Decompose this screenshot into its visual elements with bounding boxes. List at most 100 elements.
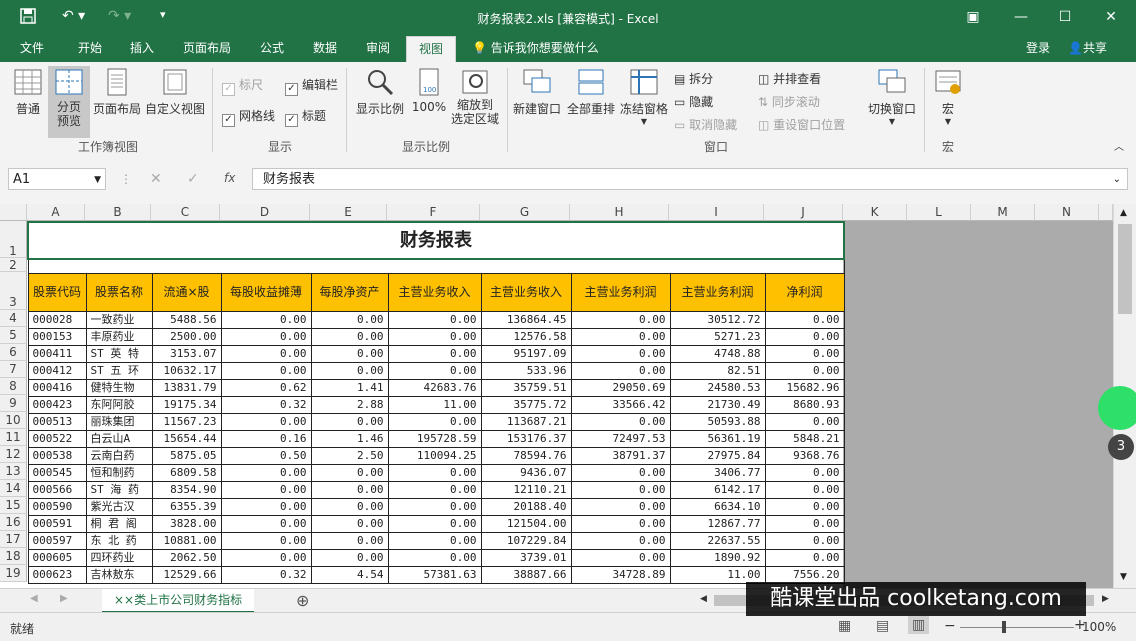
row-header[interactable]: 18 bbox=[0, 548, 27, 565]
value-cell[interactable]: 6634.10 bbox=[669, 497, 766, 516]
value-cell[interactable]: 0.00 bbox=[387, 344, 482, 363]
row-header[interactable]: 14 bbox=[0, 480, 27, 497]
value-cell[interactable]: 0.00 bbox=[570, 327, 671, 346]
value-cell[interactable]: 0.00 bbox=[387, 310, 482, 329]
value-cell[interactable]: 2500.00 bbox=[151, 327, 222, 346]
value-cell[interactable]: 0.00 bbox=[764, 412, 845, 431]
share-button[interactable]: 👤共享 bbox=[1066, 36, 1109, 62]
value-cell[interactable]: 0.00 bbox=[310, 327, 389, 346]
value-cell[interactable]: 38791.37 bbox=[570, 446, 671, 465]
value-cell[interactable]: 5875.05 bbox=[151, 446, 222, 465]
value-cell[interactable]: 11567.23 bbox=[151, 412, 222, 431]
side-by-side-button[interactable]: ◫ 并排查看 bbox=[758, 70, 821, 87]
tab-insert[interactable]: 插入 bbox=[128, 36, 156, 62]
value-cell[interactable]: 35759.51 bbox=[480, 378, 572, 397]
value-cell[interactable]: 153176.37 bbox=[480, 429, 572, 448]
value-cell[interactable]: 8680.93 bbox=[764, 395, 845, 414]
name-box[interactable]: A1 ▼ bbox=[8, 168, 106, 190]
hide-button[interactable]: ▭ 隐藏 bbox=[674, 93, 713, 110]
page-break-preview-button[interactable]: 分页 预览 bbox=[48, 66, 90, 138]
column-header[interactable]: A bbox=[27, 204, 85, 221]
value-cell[interactable]: 136864.45 bbox=[480, 310, 572, 329]
stock-code-cell[interactable]: 000597 bbox=[27, 531, 87, 550]
value-cell[interactable]: 82.51 bbox=[669, 361, 766, 380]
value-cell[interactable]: 0.00 bbox=[310, 531, 389, 550]
new-window-button[interactable]: 新建窗口 bbox=[510, 68, 564, 117]
zoom-slider-thumb[interactable] bbox=[1002, 621, 1006, 633]
value-cell[interactable]: 0.00 bbox=[220, 497, 312, 516]
value-cell[interactable]: 5488.56 bbox=[151, 310, 222, 329]
value-cell[interactable]: 0.00 bbox=[764, 463, 845, 482]
value-cell[interactable]: 20188.40 bbox=[480, 497, 572, 516]
value-cell[interactable]: 1.41 bbox=[310, 378, 389, 397]
column-header-cell[interactable]: 主营业务利润 bbox=[669, 272, 766, 312]
column-header[interactable]: J bbox=[764, 204, 843, 221]
stock-name-cell[interactable]: 丰原药业 bbox=[85, 327, 153, 346]
value-cell[interactable]: 121504.00 bbox=[480, 514, 572, 533]
custom-views-button[interactable]: 自定义视图 bbox=[144, 68, 206, 117]
value-cell[interactable]: 95197.09 bbox=[480, 344, 572, 363]
ribbon-display-icon[interactable]: ▣ bbox=[958, 6, 988, 28]
value-cell[interactable]: 0.00 bbox=[310, 480, 389, 499]
column-header[interactable]: C bbox=[151, 204, 220, 221]
value-cell[interactable]: 2.50 bbox=[310, 446, 389, 465]
financial-report-table[interactable]: 财务报表 股票代码 股票名称 流通×股 每股收益摊薄 每股净资产 主营业务收入 主营业务收入… bbox=[27, 221, 845, 584]
stock-code-cell[interactable]: 000545 bbox=[27, 463, 87, 482]
value-cell[interactable]: 0.00 bbox=[310, 361, 389, 380]
stock-code-cell[interactable]: 000412 bbox=[27, 361, 87, 380]
stock-code-cell[interactable]: 000423 bbox=[27, 395, 87, 414]
value-cell[interactable]: 0.50 bbox=[220, 446, 312, 465]
value-cell[interactable]: 113687.21 bbox=[480, 412, 572, 431]
value-cell[interactable]: 0.00 bbox=[220, 514, 312, 533]
row-header[interactable]: 17 bbox=[0, 531, 27, 548]
value-cell[interactable]: 9436.07 bbox=[480, 463, 572, 482]
value-cell[interactable]: 0.00 bbox=[310, 514, 389, 533]
row-header[interactable]: 7 bbox=[0, 361, 27, 378]
value-cell[interactable]: 10632.17 bbox=[151, 361, 222, 380]
stock-name-cell[interactable]: ST 海 药 bbox=[85, 480, 153, 499]
value-cell[interactable]: 2062.50 bbox=[151, 548, 222, 567]
tab-file[interactable]: 文件 bbox=[18, 36, 46, 62]
value-cell[interactable]: 0.00 bbox=[220, 531, 312, 550]
value-cell[interactable]: 0.00 bbox=[310, 310, 389, 329]
value-cell[interactable]: 2.88 bbox=[310, 395, 389, 414]
value-cell[interactable]: 0.00 bbox=[387, 497, 482, 516]
stock-name-cell[interactable]: ST 英 特 bbox=[85, 344, 153, 363]
stock-code-cell[interactable]: 000522 bbox=[27, 429, 87, 448]
expand-formula-icon[interactable]: ⌄ bbox=[1113, 169, 1121, 191]
value-cell[interactable]: 10881.00 bbox=[151, 531, 222, 550]
value-cell[interactable]: 0.00 bbox=[220, 480, 312, 499]
value-cell[interactable]: 107229.84 bbox=[480, 531, 572, 550]
value-cell[interactable]: 0.00 bbox=[220, 310, 312, 329]
value-cell[interactable]: 15682.96 bbox=[764, 378, 845, 397]
value-cell[interactable]: 0.00 bbox=[310, 344, 389, 363]
value-cell[interactable]: 4.54 bbox=[310, 565, 389, 584]
row-header[interactable]: 11 bbox=[0, 429, 27, 446]
worksheet-grid[interactable]: A B C D E F G H I J K L M N 1 2 3 456789… bbox=[0, 204, 1136, 588]
row-header[interactable]: 19 bbox=[0, 565, 27, 582]
column-header[interactable] bbox=[1099, 204, 1113, 221]
value-cell[interactable]: 0.00 bbox=[764, 548, 845, 567]
value-cell[interactable]: 0.00 bbox=[387, 514, 482, 533]
zoom-out-icon[interactable]: − bbox=[944, 618, 956, 634]
value-cell[interactable]: 0.00 bbox=[764, 480, 845, 499]
value-cell[interactable]: 6142.17 bbox=[669, 480, 766, 499]
value-cell[interactable]: 1890.92 bbox=[669, 548, 766, 567]
value-cell[interactable]: 0.00 bbox=[387, 412, 482, 431]
tab-data[interactable]: 数据 bbox=[311, 36, 339, 62]
page-layout-status-icon[interactable]: ▤ bbox=[876, 618, 889, 634]
stock-code-cell[interactable]: 000538 bbox=[27, 446, 87, 465]
scroll-thumb[interactable] bbox=[1118, 224, 1132, 314]
stock-name-cell[interactable]: 白云山A bbox=[85, 429, 153, 448]
row-header[interactable]: 15 bbox=[0, 497, 27, 514]
value-cell[interactable]: 0.00 bbox=[387, 463, 482, 482]
value-cell[interactable]: 6355.39 bbox=[151, 497, 222, 516]
blank-row-cell[interactable] bbox=[27, 258, 845, 274]
value-cell[interactable]: 0.00 bbox=[310, 412, 389, 431]
value-cell[interactable]: 13831.79 bbox=[151, 378, 222, 397]
row-header[interactable]: 16 bbox=[0, 514, 27, 531]
value-cell[interactable]: 6809.58 bbox=[151, 463, 222, 482]
value-cell[interactable]: 3739.01 bbox=[480, 548, 572, 567]
row-header[interactable]: 9 bbox=[0, 395, 27, 412]
value-cell[interactable]: 0.00 bbox=[220, 344, 312, 363]
